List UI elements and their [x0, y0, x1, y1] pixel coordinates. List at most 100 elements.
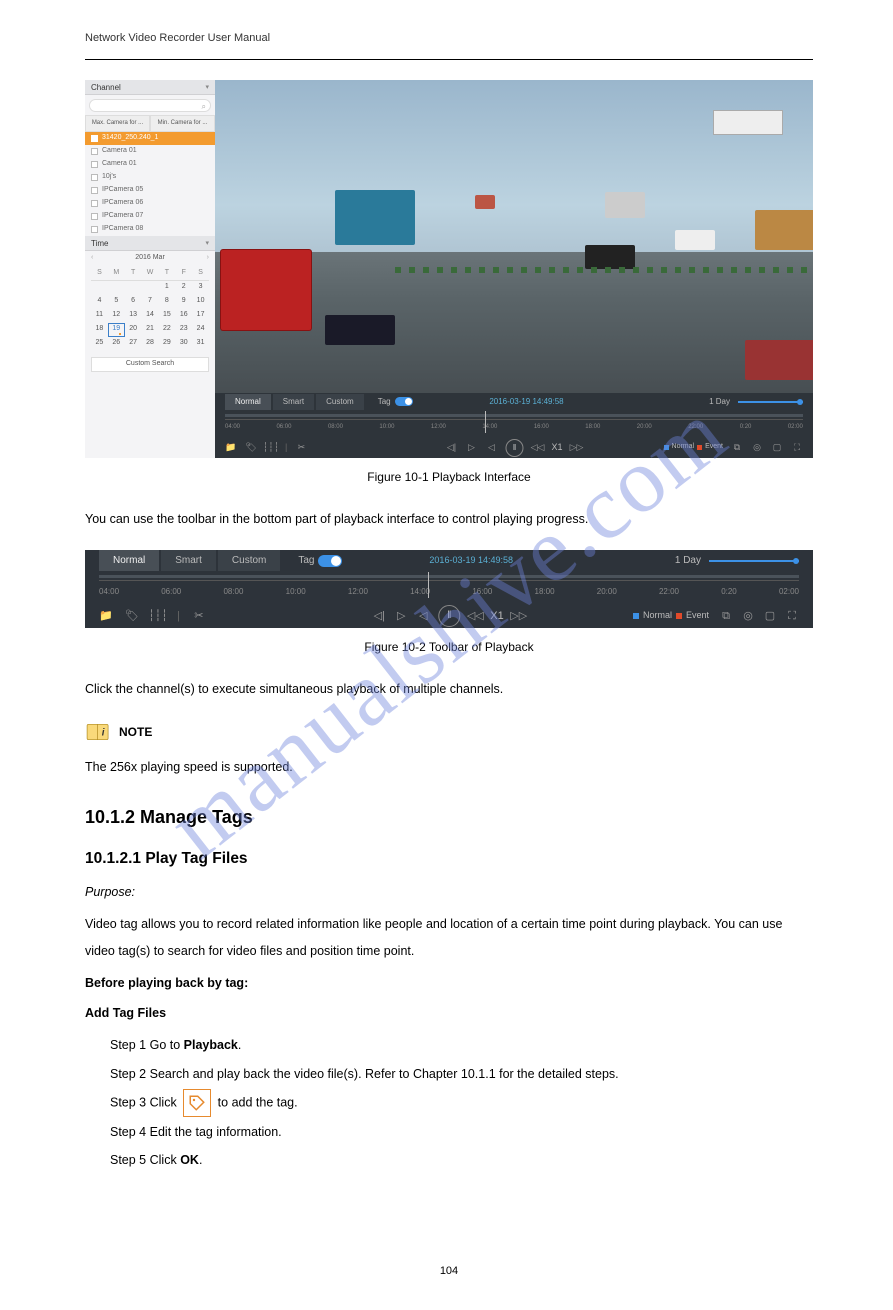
- day[interactable]: 22: [158, 323, 175, 337]
- day[interactable]: [91, 281, 108, 295]
- day[interactable]: 26: [108, 337, 125, 351]
- timeline[interactable]: 04:0006:0008:0010:0012:0014:0016:0018:00…: [225, 411, 803, 439]
- type-smart-button[interactable]: Smart: [273, 394, 314, 410]
- channel-search-input[interactable]: ⌕: [89, 99, 211, 112]
- tab-max-camera[interactable]: Max. Camera for ...: [85, 115, 150, 132]
- day[interactable]: [108, 281, 125, 295]
- timeline-zoom-slider[interactable]: [709, 560, 799, 562]
- day[interactable]: 29: [158, 337, 175, 351]
- day-selected[interactable]: 19: [108, 323, 125, 337]
- snapshot-icon[interactable]: ◎: [741, 609, 755, 623]
- day[interactable]: [125, 281, 142, 295]
- day[interactable]: 11: [91, 309, 108, 323]
- audio-icon[interactable]: ▢: [763, 609, 777, 623]
- clip-icon[interactable]: ✂: [295, 442, 307, 454]
- play-icon[interactable]: ▷: [394, 609, 408, 623]
- snapshot-icon[interactable]: ◎: [751, 442, 763, 454]
- day[interactable]: 30: [175, 337, 192, 351]
- day[interactable]: 10: [192, 295, 209, 309]
- playback-type-group: Normal Smart Custom: [99, 550, 280, 571]
- timeline-cursor[interactable]: [428, 572, 429, 598]
- camera-tabs[interactable]: Max. Camera for ... Min. Camera for ...: [85, 115, 215, 132]
- audio-icon[interactable]: ▢: [771, 442, 783, 454]
- timeline-cursor[interactable]: [485, 411, 486, 433]
- day[interactable]: 25: [91, 337, 108, 351]
- pause-button[interactable]: ‖: [438, 605, 460, 627]
- type-normal-button[interactable]: Normal: [99, 550, 159, 571]
- step-back-icon[interactable]: ◁|: [445, 442, 457, 454]
- day[interactable]: 3: [192, 281, 209, 295]
- type-normal-button[interactable]: Normal: [225, 394, 271, 410]
- day[interactable]: 6: [125, 295, 142, 309]
- day[interactable]: 27: [125, 337, 142, 351]
- day[interactable]: 8: [158, 295, 175, 309]
- day[interactable]: 14: [142, 309, 159, 323]
- camera-item[interactable]: IPCamera 06: [85, 197, 215, 210]
- next-month-button[interactable]: ›: [207, 253, 209, 264]
- zoom-icon[interactable]: ⧉: [731, 442, 743, 454]
- day[interactable]: 4: [91, 295, 108, 309]
- camera-item[interactable]: Camera 01: [85, 158, 215, 171]
- day[interactable]: 12: [108, 309, 125, 323]
- calendar-grid[interactable]: S M T W T F S 123 45678910 1112131415161…: [91, 267, 209, 351]
- fullscreen-icon[interactable]: ⛶: [791, 442, 803, 454]
- camera-item[interactable]: Camera 01: [85, 145, 215, 158]
- prev-icon[interactable]: ◁: [485, 442, 497, 454]
- channel-panel-header[interactable]: Channel ▾: [85, 80, 215, 95]
- day[interactable]: 15: [158, 309, 175, 323]
- custom-search-button[interactable]: Custom Search: [91, 357, 209, 372]
- tag-icon[interactable]: 🏷: [125, 609, 139, 623]
- day[interactable]: 23: [175, 323, 192, 337]
- clip-icon[interactable]: ✂: [192, 609, 206, 623]
- day[interactable]: 5: [108, 295, 125, 309]
- tag-toggle[interactable]: [318, 555, 342, 567]
- day[interactable]: 1: [158, 281, 175, 295]
- prev-month-button[interactable]: ‹: [91, 253, 93, 264]
- day[interactable]: 7: [142, 295, 159, 309]
- day[interactable]: 18: [91, 323, 108, 337]
- camera-item[interactable]: IPCamera 08: [85, 223, 215, 236]
- rewind-icon[interactable]: ◁◁: [531, 442, 543, 454]
- day[interactable]: [142, 281, 159, 295]
- day[interactable]: 16: [175, 309, 192, 323]
- day[interactable]: 9: [175, 295, 192, 309]
- dow: W: [142, 267, 159, 281]
- timeline-zoom-slider[interactable]: [738, 401, 803, 403]
- day[interactable]: 20: [125, 323, 142, 337]
- day[interactable]: 28: [142, 337, 159, 351]
- rewind-icon[interactable]: ◁◁: [468, 609, 482, 623]
- day[interactable]: 21: [142, 323, 159, 337]
- type-smart-button[interactable]: Smart: [161, 550, 216, 571]
- camera-label: IPCamera 08: [102, 224, 143, 235]
- timeline[interactable]: 04:0006:0008:0010:0012:0014:0016:0018:00…: [99, 572, 799, 604]
- camera-item[interactable]: IPCamera 05: [85, 184, 215, 197]
- day[interactable]: 17: [192, 309, 209, 323]
- forward-icon[interactable]: ▷▷: [512, 609, 526, 623]
- export-icon[interactable]: 📁: [99, 609, 113, 623]
- forward-icon[interactable]: ▷▷: [571, 442, 583, 454]
- pause-button[interactable]: ‖: [505, 439, 523, 457]
- tag-toggle[interactable]: [395, 397, 413, 406]
- camera-item[interactable]: IPCamera 07: [85, 210, 215, 223]
- step-back-icon[interactable]: ◁|: [372, 609, 386, 623]
- camera-label: Camera 01: [102, 159, 137, 170]
- tag-icon[interactable]: 🏷: [245, 442, 257, 454]
- day[interactable]: 31: [192, 337, 209, 351]
- type-custom-button[interactable]: Custom: [316, 394, 364, 410]
- prev-icon[interactable]: ◁: [416, 609, 430, 623]
- time-panel-header[interactable]: Time ▾: [85, 236, 215, 251]
- type-custom-button[interactable]: Custom: [218, 550, 280, 571]
- zoom-icon[interactable]: ⧉: [719, 609, 733, 623]
- day[interactable]: 13: [125, 309, 142, 323]
- lock-icon[interactable]: ┆┆┆: [151, 609, 165, 623]
- tab-min-camera[interactable]: Min. Camera for ...: [150, 115, 215, 132]
- export-icon[interactable]: 📁: [225, 442, 237, 454]
- play-icon[interactable]: ▷: [465, 442, 477, 454]
- day[interactable]: 2: [175, 281, 192, 295]
- camera-item[interactable]: 31420_250.240_1: [85, 132, 215, 145]
- day[interactable]: 24: [192, 323, 209, 337]
- lock-icon[interactable]: ┆┆┆: [265, 442, 277, 454]
- fullscreen-icon[interactable]: ⛶: [785, 609, 799, 623]
- toolbar-screenshot: Normal Smart Custom Tag 2016-03-19 14:49…: [85, 550, 813, 628]
- camera-item[interactable]: 10j's: [85, 171, 215, 184]
